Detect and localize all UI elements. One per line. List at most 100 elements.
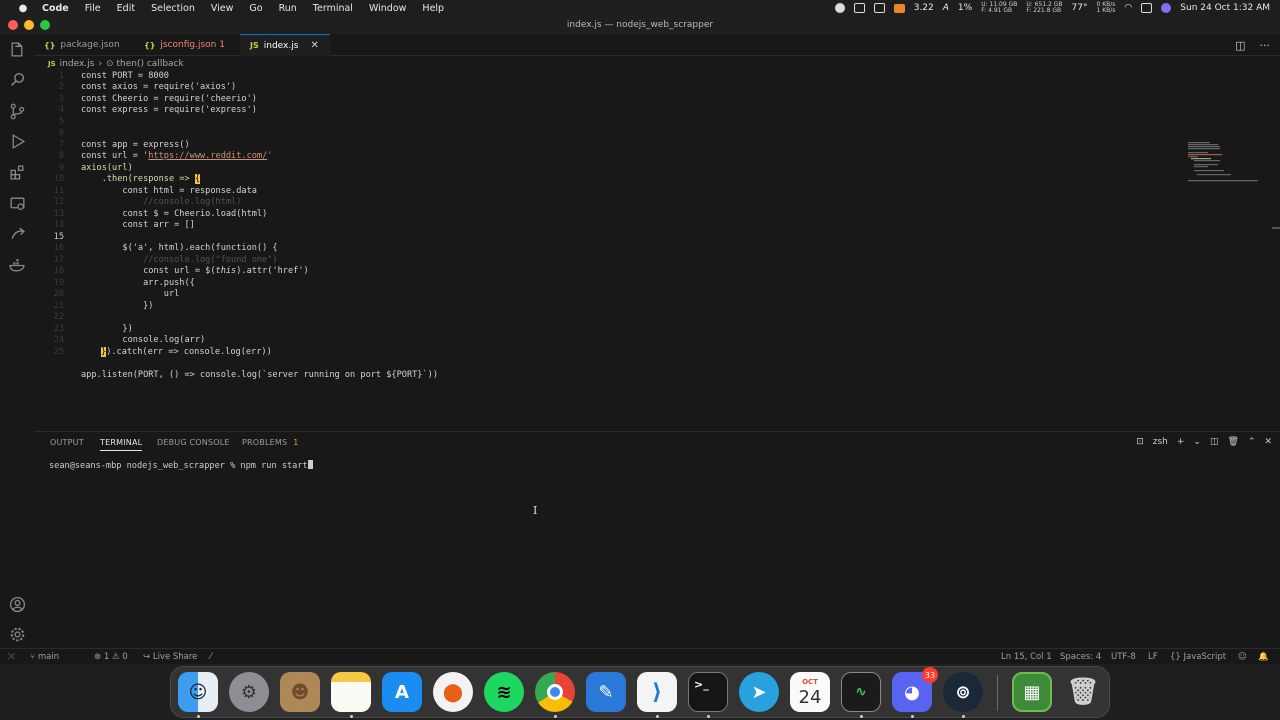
menu-file[interactable]: File: [85, 3, 101, 14]
spotify-icon[interactable]: ≋: [484, 672, 524, 712]
screen-mirror-icon[interactable]: [853, 3, 865, 13]
chrome-icon[interactable]: [535, 672, 575, 712]
indentation[interactable]: Spaces: 4: [1060, 652, 1101, 662]
url-link[interactable]: https://www.reddit.com/: [148, 151, 267, 161]
system-preferences-icon[interactable]: ⚙: [229, 672, 269, 712]
tab-jsconfig-json[interactable]: {} jsconfig.json 1: [134, 34, 239, 56]
xcode-tools-icon[interactable]: ✎: [586, 672, 626, 712]
scrollbar-marker[interactable]: [1272, 227, 1280, 229]
menubar-clock[interactable]: Sun 24 Oct 1:32 AM: [1180, 3, 1270, 13]
apple-menu-icon[interactable]: ●: [16, 3, 30, 14]
wifi-icon[interactable]: ◠: [1124, 3, 1132, 13]
notes-icon[interactable]: [331, 672, 371, 712]
menubar-status-area: 3.22 A 1% U: 11.09 GB F: 4.91 GB U: 651.…: [834, 0, 1270, 16]
temperature[interactable]: 77°: [1072, 3, 1088, 13]
memory-stat[interactable]: U: 11.09 GB F: 4.91 GB: [981, 2, 1017, 14]
window-icon[interactable]: [873, 3, 885, 13]
split-terminal-icon[interactable]: ◫: [1210, 437, 1219, 447]
chevron-down-icon[interactable]: ⌄: [1193, 437, 1201, 447]
close-icon[interactable]: ✕: [310, 40, 318, 51]
battery-percent[interactable]: 1%: [958, 3, 972, 13]
menu-go[interactable]: Go: [249, 3, 262, 14]
control-center-icon[interactable]: [1141, 3, 1153, 13]
record-icon[interactable]: [834, 3, 845, 13]
telegram-icon[interactable]: ➤: [739, 672, 779, 712]
close-window-button[interactable]: [8, 20, 18, 30]
app-store-icon[interactable]: A: [382, 672, 422, 712]
steam-icon[interactable]: ⊚: [943, 672, 983, 712]
minimap[interactable]: [1188, 142, 1268, 182]
extensions-icon[interactable]: [8, 163, 26, 181]
terminal-output[interactable]: sean@seans-mbp nodejs_web_scrapper % npm…: [49, 460, 313, 471]
terminal-icon[interactable]: >_: [688, 672, 728, 712]
docker-icon[interactable]: [8, 256, 26, 274]
menu-terminal[interactable]: Terminal: [313, 3, 353, 14]
encoding[interactable]: UTF-8: [1111, 652, 1136, 662]
activity-monitor-icon[interactable]: ∿: [841, 672, 881, 712]
zoom-window-button[interactable]: [40, 20, 50, 30]
menu-run[interactable]: Run: [279, 3, 297, 14]
minecraft-icon[interactable]: ▦: [1012, 672, 1052, 712]
settings-gear-icon[interactable]: [8, 625, 26, 643]
problems-indicator[interactable]: ⊗ 1 ⚠ 0: [94, 652, 128, 662]
siri-icon[interactable]: [1161, 3, 1172, 13]
live-share-icon[interactable]: [8, 225, 26, 243]
branch-indicator[interactable]: ⑂ main: [30, 652, 59, 662]
run-debug-icon[interactable]: [8, 132, 26, 150]
contacts-icon[interactable]: ☻: [280, 672, 320, 712]
folder-icon[interactable]: [893, 3, 905, 13]
cursor-position[interactable]: Ln 15, Col 1: [1001, 652, 1052, 662]
chrome-center-icon: [547, 684, 563, 700]
notifications-bell-icon[interactable]: 🔔: [1258, 652, 1269, 662]
menu-edit[interactable]: Edit: [117, 3, 135, 14]
hotspot-shield-icon[interactable]: ⬤: [433, 672, 473, 712]
close-panel-icon[interactable]: ✕: [1264, 437, 1272, 447]
breadcrumb-file[interactable]: index.js: [60, 59, 95, 69]
vscode-icon[interactable]: ⟩: [637, 672, 677, 712]
tab-terminal[interactable]: TERMINAL: [100, 438, 143, 451]
trash-icon[interactable]: 🗑: [1063, 672, 1103, 712]
breadcrumb-symbol[interactable]: then() callback: [117, 59, 184, 69]
text-input-icon[interactable]: A: [943, 3, 949, 13]
remote-icon[interactable]: ⤫: [8, 652, 15, 662]
terminal-shell-name[interactable]: zsh: [1153, 437, 1168, 447]
live-share-button[interactable]: ↪ Live Share: [143, 652, 197, 662]
end-of-line[interactable]: LF: [1148, 652, 1158, 662]
remote-explorer-icon[interactable]: [8, 194, 26, 212]
dock: ☺ ⚙ ☻ A ⬤ ≋ ✎ ⟩ >_ ➤ OCT 24 ∿ ◕ 33 ⊚ ▦ 🗑: [170, 666, 1110, 718]
menu-selection[interactable]: Selection: [151, 3, 195, 14]
line-number: 19: [53, 278, 64, 288]
code-editor[interactable]: 1 2 3 4 5 6 7 8 9 10 11 12 13 14 15 16 1…: [34, 70, 1280, 430]
split-editor-icon[interactable]: ◫: [1235, 39, 1245, 52]
language-mode[interactable]: {} JavaScript: [1170, 652, 1226, 662]
code-token: ': [267, 151, 273, 161]
maximize-panel-icon[interactable]: ⌃: [1248, 437, 1256, 447]
accounts-icon[interactable]: [8, 595, 26, 613]
disk-stat[interactable]: U: 651.2 GB F: 221.8 GB: [1026, 2, 1062, 14]
more-actions-icon[interactable]: ···: [1260, 39, 1271, 52]
code-line: const url = 'https://www.reddit.com/': [81, 151, 272, 161]
app-menu[interactable]: Code: [42, 3, 69, 14]
tab-debug-console[interactable]: DEBUG CONSOLE: [157, 438, 230, 447]
new-terminal-icon[interactable]: +: [1177, 437, 1185, 447]
discord-icon[interactable]: ◕ 33: [892, 667, 938, 712]
explorer-icon[interactable]: [8, 40, 26, 58]
wand-icon[interactable]: ⁄: [210, 652, 211, 662]
menu-help[interactable]: Help: [422, 3, 444, 14]
tab-problems[interactable]: PROBLEMS 1: [242, 438, 299, 447]
tab-package-json[interactable]: {} package.json: [34, 34, 134, 56]
cpu-load[interactable]: 3.22: [914, 3, 934, 13]
network-stat[interactable]: 0 KB/s 1 KB/s: [1096, 2, 1115, 14]
feedback-icon[interactable]: ☺: [1238, 652, 1247, 662]
minimize-window-button[interactable]: [24, 20, 34, 30]
tab-output[interactable]: OUTPUT: [50, 438, 84, 447]
finder-icon[interactable]: ☺: [178, 672, 218, 712]
menu-view[interactable]: View: [211, 3, 234, 14]
kill-terminal-icon[interactable]: 🗑: [1227, 437, 1238, 447]
menu-window[interactable]: Window: [369, 3, 406, 14]
tab-index-js[interactable]: JS index.js ✕: [240, 34, 330, 56]
json-file-icon: {}: [144, 40, 156, 50]
calendar-icon[interactable]: OCT 24: [790, 672, 830, 712]
search-icon[interactable]: [8, 70, 26, 88]
source-control-icon[interactable]: [8, 102, 26, 120]
